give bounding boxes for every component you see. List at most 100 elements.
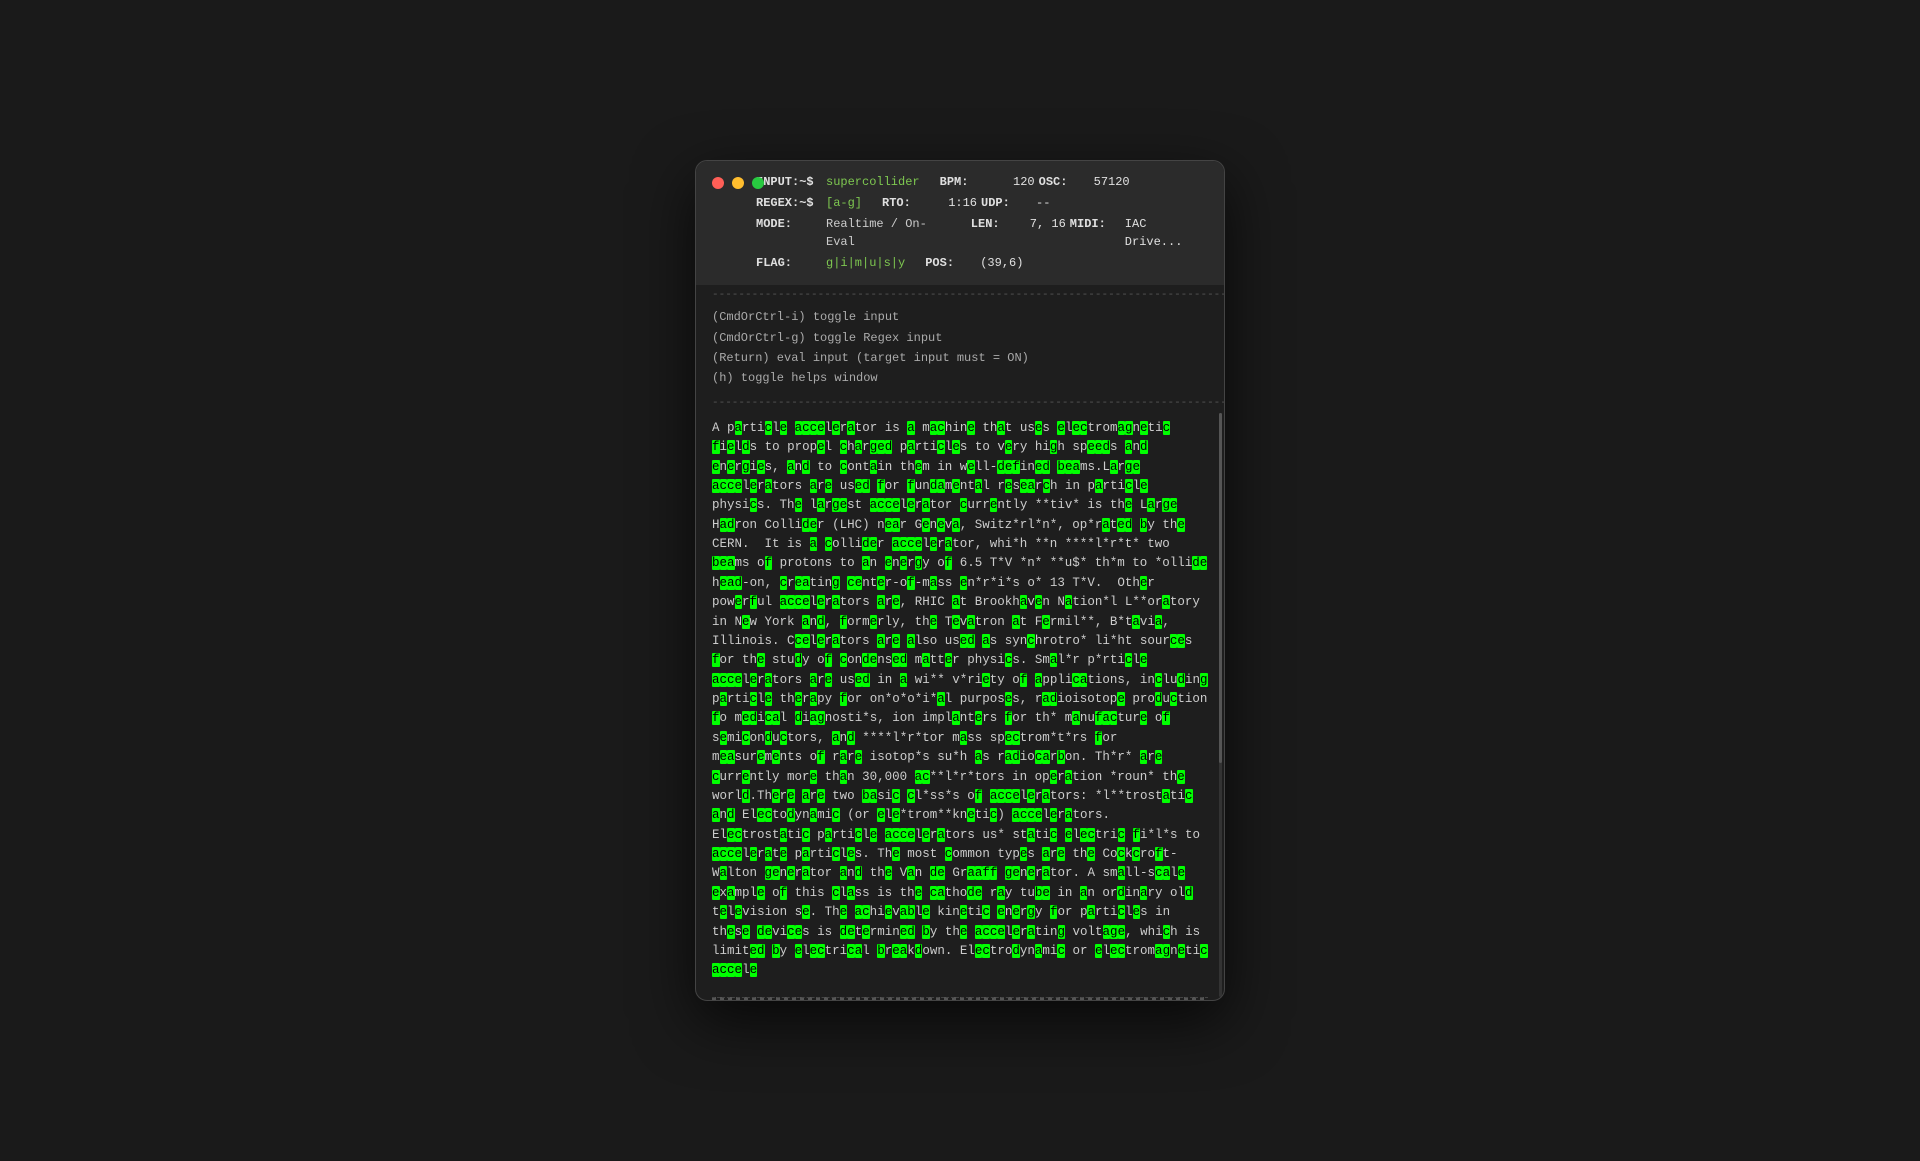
match-highlight: b — [922, 925, 930, 939]
scrollbar-thumb[interactable] — [1219, 413, 1222, 763]
match-highlight: a — [735, 421, 743, 435]
match-highlight: e — [1140, 479, 1148, 493]
match-highlight: c — [735, 828, 743, 842]
match-highlight: a — [1087, 905, 1095, 919]
match-highlight: e — [990, 498, 998, 512]
udp-value: -- — [1036, 194, 1050, 212]
match-highlight: d — [757, 944, 765, 958]
match-highlight: c — [727, 673, 735, 687]
match-highlight: a — [810, 808, 818, 822]
match-highlight: e — [750, 847, 758, 861]
match-highlight: a — [1140, 886, 1148, 900]
match-highlight: a — [1042, 847, 1050, 861]
match-highlight: a — [772, 711, 780, 725]
match-highlight: c — [847, 576, 855, 590]
match-highlight: e — [900, 556, 908, 570]
match-highlight: f — [712, 653, 720, 667]
match-highlight: e — [885, 556, 893, 570]
match-highlight: d — [787, 808, 795, 822]
match-highlight: e — [915, 537, 923, 551]
titlebar: INPUT:~$ supercollider BPM: 120 OSC: 571… — [696, 161, 1224, 285]
match-highlight: d — [1117, 886, 1125, 900]
match-highlight: a — [1012, 615, 1020, 629]
match-highlight: e — [1155, 750, 1163, 764]
match-highlight: d — [967, 886, 975, 900]
match-highlight: d — [795, 711, 803, 725]
match-highlight: a — [765, 479, 773, 493]
match-highlight: e — [997, 925, 1005, 939]
match-highlight: a — [1125, 440, 1133, 454]
match-highlight: a — [840, 866, 848, 880]
match-highlight: g — [915, 556, 923, 570]
match-highlight: e — [735, 479, 743, 493]
match-highlight: e — [810, 518, 818, 532]
match-highlight: e — [735, 595, 743, 609]
minimize-button[interactable] — [732, 177, 744, 189]
match-highlight: c — [795, 595, 803, 609]
match-highlight: d — [817, 615, 825, 629]
match-highlight: a — [1035, 673, 1043, 687]
match-highlight: e — [757, 460, 765, 474]
match-highlight: e — [757, 653, 765, 667]
help-line-4: (h) toggle helps window — [712, 368, 1208, 388]
match-highlight: d — [1192, 556, 1200, 570]
maximize-button[interactable] — [752, 177, 764, 189]
match-highlight: c — [1057, 944, 1065, 958]
match-highlight: e — [772, 866, 780, 880]
match-highlight: a — [1140, 750, 1148, 764]
match-highlight: c — [780, 731, 788, 745]
match-highlight: e — [757, 750, 765, 764]
match-highlight: e — [1035, 808, 1043, 822]
match-highlight: e — [892, 808, 900, 822]
match-highlight: a — [1080, 886, 1088, 900]
match-highlight: a — [765, 847, 773, 861]
match-highlight: e — [1177, 634, 1185, 648]
match-highlight: e — [877, 576, 885, 590]
match-highlight: f — [765, 556, 773, 570]
match-highlight: e — [885, 518, 893, 532]
match-highlight: e — [802, 905, 810, 919]
match-highlight: e — [765, 925, 773, 939]
content-area[interactable]: A particle accelerator is a machine that… — [696, 413, 1224, 997]
match-highlight: a — [832, 731, 840, 745]
match-highlight: a — [825, 828, 833, 842]
match-highlight: f — [1133, 828, 1141, 842]
match-highlight: e — [1125, 498, 1133, 512]
match-highlight: c — [922, 770, 930, 784]
match-highlight: e — [1200, 556, 1208, 570]
match-highlight: c — [832, 808, 840, 822]
match-highlight: c — [727, 479, 735, 493]
match-highlight: f — [817, 750, 825, 764]
match-highlight: a — [847, 886, 855, 900]
match-highlight: e — [1035, 595, 1043, 609]
match-highlight: e — [780, 847, 788, 861]
match-highlight: e — [1042, 615, 1050, 629]
match-highlight: a — [1163, 866, 1171, 880]
match-highlight: d — [1012, 944, 1020, 958]
match-highlight: d — [1140, 440, 1148, 454]
match-highlight: c — [907, 537, 915, 551]
close-button[interactable] — [712, 177, 724, 189]
match-highlight: d — [862, 673, 870, 687]
match-highlight: c — [990, 808, 998, 822]
match-highlight: e — [1012, 905, 1020, 919]
match-highlight: e — [817, 440, 825, 454]
match-highlight: e — [1095, 944, 1103, 958]
input-value: supercollider — [826, 173, 920, 191]
match-highlight: e — [930, 615, 938, 629]
match-highlight: e — [1177, 770, 1185, 784]
match-highlight: a — [1065, 808, 1073, 822]
scrollbar[interactable] — [1219, 413, 1222, 997]
match-highlight: e — [877, 808, 885, 822]
match-highlight: d — [757, 925, 765, 939]
mode-row: MODE: Realtime / On-Eval LEN: 7, 16 MIDI… — [756, 215, 1208, 251]
match-highlight: a — [802, 866, 810, 880]
match-highlight: e — [757, 808, 765, 822]
flag-row: FLAG: g|i|m|u|s|y POS: (39,6) — [756, 254, 1208, 272]
match-highlight: a — [720, 692, 728, 706]
match-highlight: e — [1087, 847, 1095, 861]
match-highlight: e — [720, 905, 728, 919]
mode-value: Realtime / On-Eval — [826, 215, 951, 251]
match-highlight: a — [712, 808, 720, 822]
match-highlight: e — [825, 673, 833, 687]
